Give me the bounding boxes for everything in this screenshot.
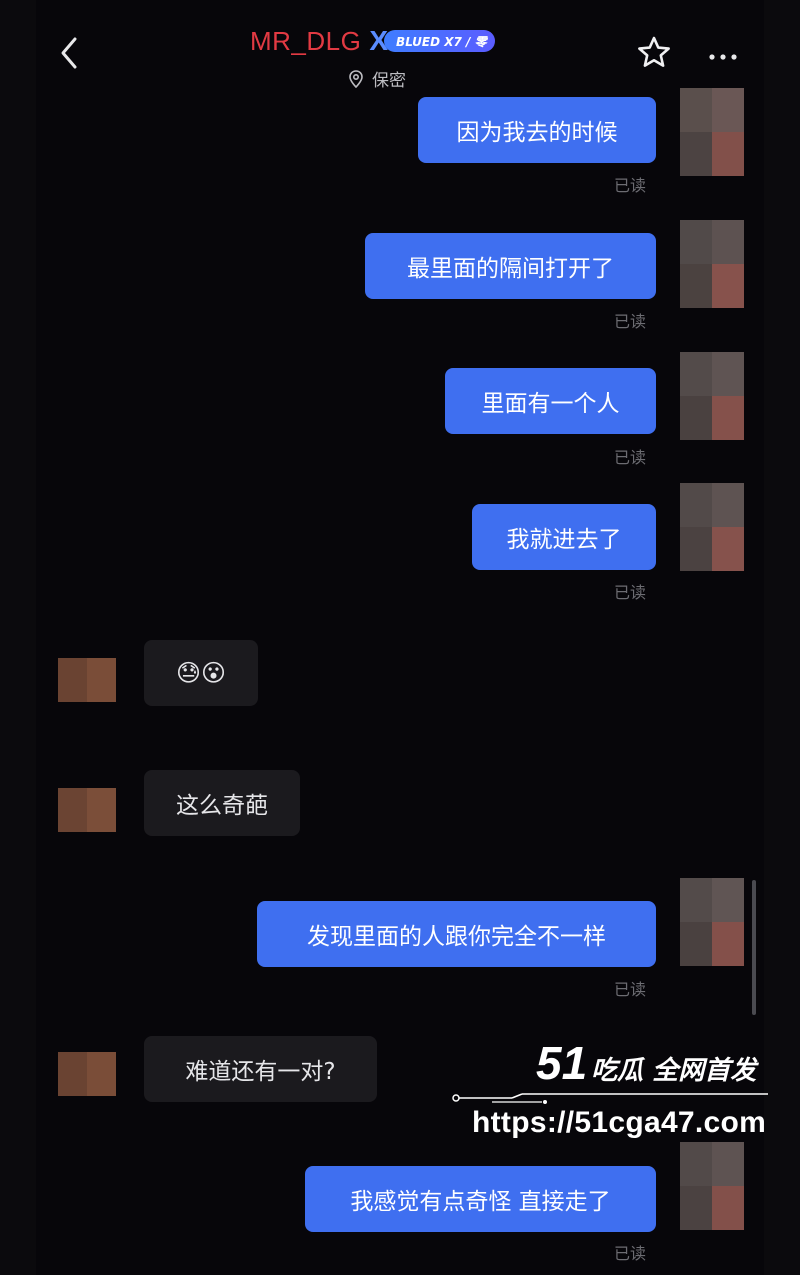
contact-avatar[interactable] [58,1052,116,1096]
my-avatar[interactable] [680,220,744,308]
location-text: 保密 [372,71,406,91]
vip-badge: X BLUED X7 / 零 [369,27,495,55]
read-status: 已读 [614,980,647,999]
read-status: 已读 [614,312,647,331]
read-status: 已读 [614,448,647,467]
more-horizontal-icon[interactable] [708,46,738,65]
contact-name[interactable]: MR_DLG [250,26,361,57]
watermark-brand: 51 吃瓜 全网首发 [536,1040,756,1087]
watermark-name: 吃瓜 全网首发 [591,1056,757,1086]
incoming-message[interactable]: 这么奇葩 [144,770,300,836]
my-avatar[interactable] [680,878,744,966]
my-avatar[interactable] [680,352,744,440]
read-status: 已读 [614,1244,647,1263]
circuit-line-icon [452,1093,768,1104]
outgoing-message[interactable]: 最里面的隔间打开了 [365,233,656,299]
incoming-message[interactable]: 难道还有一对? [144,1036,377,1102]
outgoing-message[interactable]: 里面有一个人 [445,368,656,434]
contact-avatar[interactable] [58,658,116,702]
chat-title-group: MR_DLG X BLUED X7 / 零 [250,24,495,58]
chat-scrollbar[interactable] [752,880,756,1015]
incoming-message[interactable]: 😓😮 [144,640,258,706]
my-avatar[interactable] [680,88,744,176]
site-watermark: 51 吃瓜 全网首发 https://51cga47.com [452,1036,772,1156]
read-status: 已读 [614,176,647,195]
watermark-number: 51 [536,1037,588,1089]
badge-label: BLUED X7 / 零 [384,30,495,52]
location-pin-icon [349,69,363,88]
read-status: 已读 [614,583,647,602]
watermark-url: https://51cga47.com [472,1106,767,1139]
chevron-left-icon[interactable] [58,36,80,70]
outgoing-message[interactable]: 我感觉有点奇怪 直接走了 [305,1166,656,1232]
outgoing-message[interactable]: 我就进去了 [472,504,656,570]
outgoing-message[interactable]: 发现里面的人跟你完全不一样 [257,901,656,967]
my-avatar[interactable] [680,483,744,571]
contact-avatar[interactable] [58,788,116,832]
outgoing-message[interactable]: 因为我去的时候 [418,97,656,163]
location-row: 保密 [348,66,406,91]
star-icon[interactable] [636,35,672,75]
